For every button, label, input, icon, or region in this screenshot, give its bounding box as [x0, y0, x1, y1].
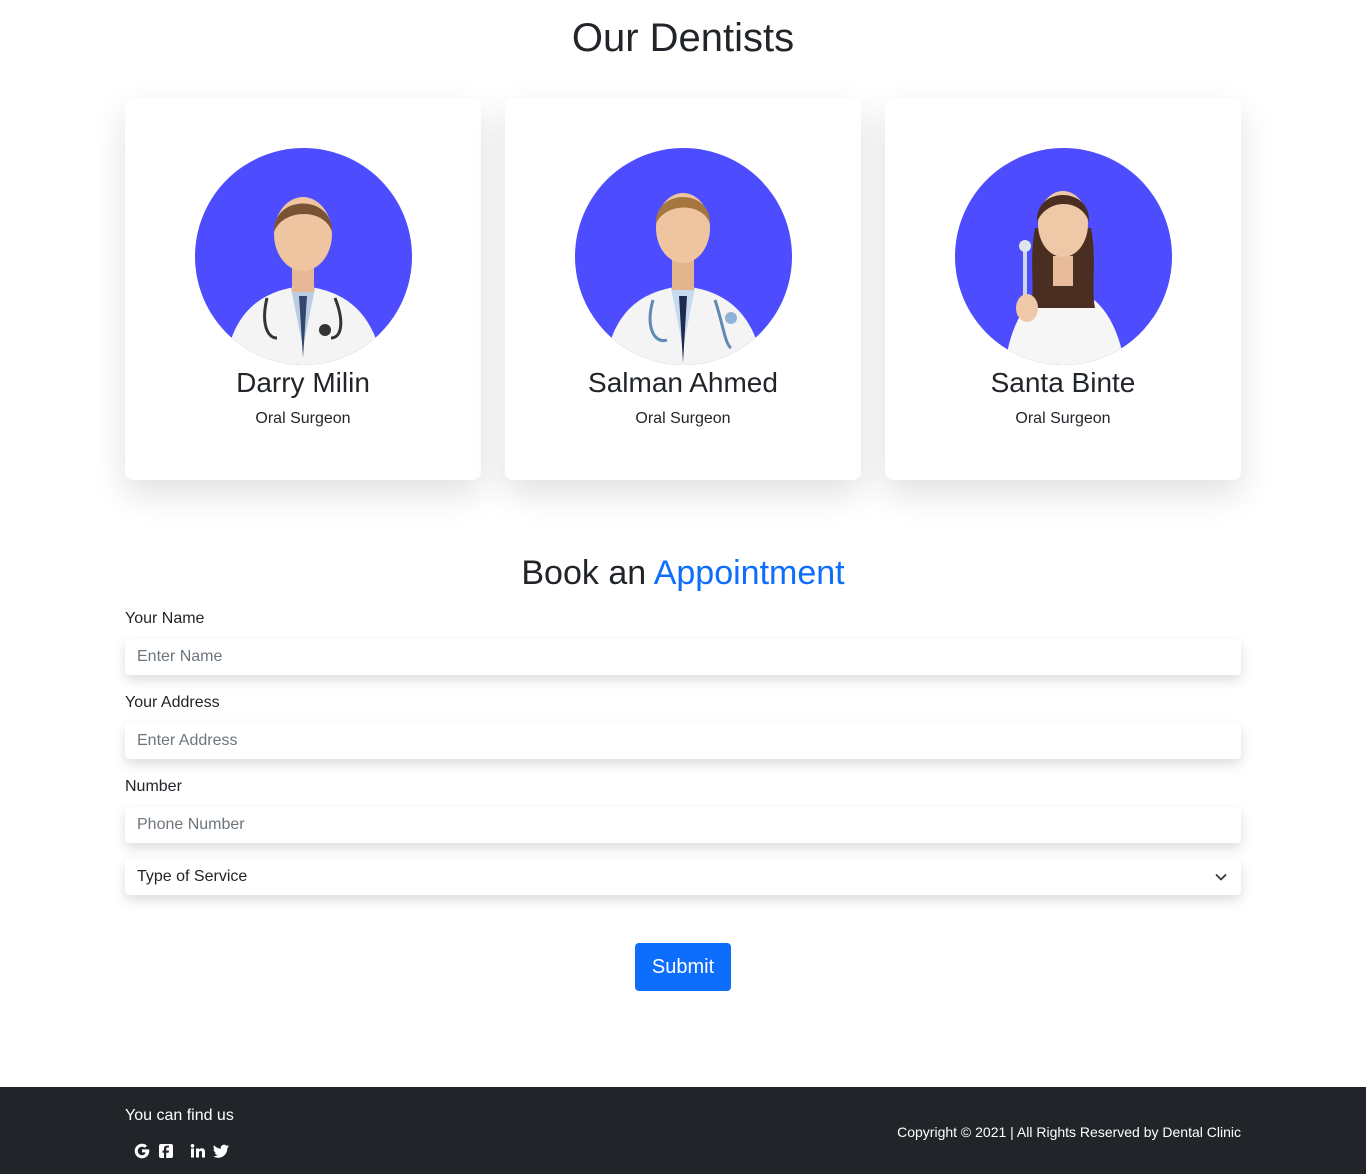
submit-button[interactable]: Submit [635, 943, 731, 991]
address-input[interactable] [125, 723, 1241, 759]
linkedin-icon[interactable] [189, 1142, 207, 1160]
dentist-card: Salman Ahmed Oral Surgeon [505, 98, 861, 480]
facebook-icon[interactable] [157, 1142, 175, 1160]
chevron-down-icon [1215, 874, 1227, 881]
footer: You can find us Copyright © 2021 | All R… [0, 1087, 1366, 1174]
dentist-name: Darry Milin [236, 367, 370, 398]
name-label: Your Name [125, 610, 205, 627]
dentist-name: Salman Ahmed [588, 367, 778, 398]
booking-title-prefix: Book an [521, 554, 647, 592]
google-icon[interactable] [133, 1142, 151, 1160]
dentist-cards: Darry Milin Oral Surgeon Salman Ahmed Or… [125, 98, 1241, 480]
dentist-role: Oral Surgeon [635, 410, 731, 427]
dentists-section-title: Our Dentists [571, 16, 795, 60]
name-input[interactable] [125, 639, 1241, 675]
dentist-photo [195, 148, 412, 365]
dentist-card: Darry Milin Oral Surgeon [125, 98, 481, 480]
twitter-icon[interactable] [212, 1142, 230, 1160]
dentist-role: Oral Surgeon [1015, 410, 1111, 427]
find-us-label: You can find us [125, 1107, 234, 1124]
booking-section-title: Book an Appointment [0, 550, 1366, 596]
dentist-photo [575, 148, 792, 365]
service-type-select[interactable]: Type of Service [125, 859, 1241, 895]
copyright-text: Copyright © 2021 | All Rights Reserved b… [897, 1124, 1241, 1140]
address-label: Your Address [125, 694, 220, 711]
dentist-card: Santa Binte Oral Surgeon [885, 98, 1241, 480]
dentist-role: Oral Surgeon [255, 410, 351, 427]
booking-title-accent: Appointment [653, 554, 845, 592]
dentist-name: Santa Binte [990, 367, 1136, 398]
number-label: Number [125, 778, 182, 795]
dentist-photo [955, 148, 1172, 365]
service-type-select-value: Type of Service [137, 868, 248, 885]
phone-number-input[interactable] [125, 807, 1241, 843]
